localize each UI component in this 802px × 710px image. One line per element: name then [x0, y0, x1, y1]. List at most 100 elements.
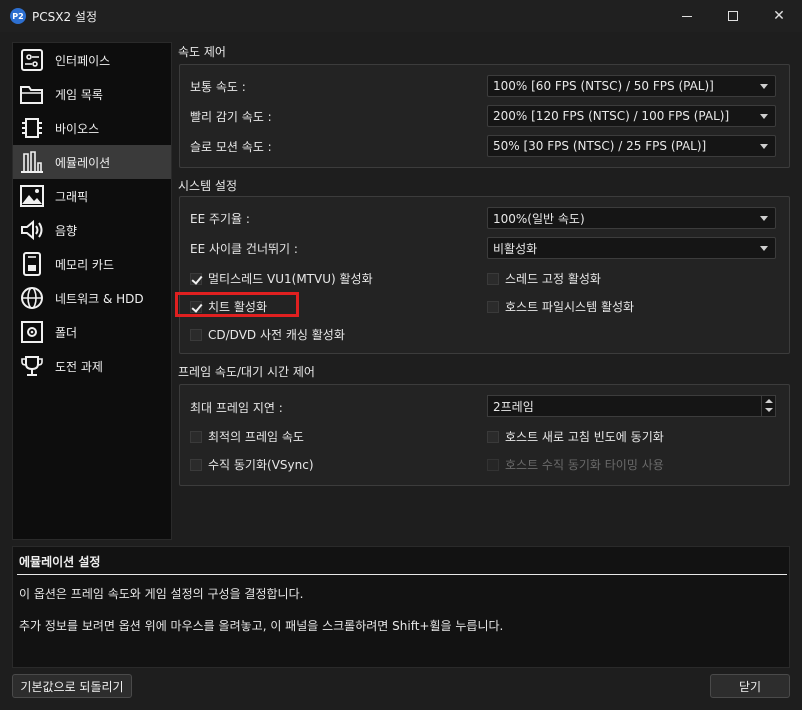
- chevron-down-icon: [760, 246, 768, 251]
- description-panel[interactable]: 에뮬레이션 설정 이 옵션은 프레임 속도와 게임 설정의 구성을 결정합니다.…: [12, 546, 790, 668]
- sidebar-item-graphics[interactable]: 그래픽: [13, 179, 171, 213]
- interface-settings-icon: [18, 46, 46, 74]
- fast-forward-combo[interactable]: 200% [120 FPS (NTSC) / 100 FPS (PAL)]: [487, 105, 776, 127]
- host-fs-label: 호스트 파일시스템 활성화: [505, 300, 635, 314]
- sidebar-item-achievements[interactable]: 도전 과제: [13, 349, 171, 383]
- folder-icon: [18, 80, 46, 108]
- restore-defaults-button[interactable]: 기본값으로 되돌리기: [12, 674, 132, 698]
- chevron-down-icon: [760, 216, 768, 221]
- sidebar-item-network-hdd[interactable]: 네트워크 & HDD: [13, 281, 171, 315]
- emulation-icon: [18, 148, 46, 176]
- sidebar-item-memory-card[interactable]: 메모리 카드: [13, 247, 171, 281]
- spin-up-icon[interactable]: [765, 399, 773, 403]
- slow-motion-label: 슬로 모션 속도 :: [190, 140, 272, 154]
- settings-sidebar: 인터페이스 게임 목록 바이오스 에뮬레이션 그래픽 음향 메모리 카드 네트워…: [12, 42, 172, 540]
- fast-forward-label: 빨리 감기 속도 :: [190, 110, 272, 124]
- checkbox-unchecked: [487, 458, 499, 471]
- sidebar-item-interface[interactable]: 인터페이스: [13, 43, 171, 77]
- window-title: PCSX2 설정: [32, 10, 97, 24]
- frame-group-title: 프레임 속도/대기 시간 제어: [178, 365, 315, 379]
- fast-forward-value: 200% [120 FPS (NTSC) / 100 FPS (PAL)]: [493, 109, 730, 123]
- host-vsync-timing-checkbox: 호스트 수직 동기화 타이밍 사용: [487, 456, 664, 473]
- description-line-1: 이 옵션은 프레임 속도와 게임 설정의 구성을 결정합니다.: [19, 587, 304, 601]
- max-frame-lag-label: 최대 프레임 지연 :: [190, 401, 283, 415]
- ee-skip-label: EE 사이클 건너뛰기 :: [190, 242, 298, 256]
- normal-speed-value: 100% [60 FPS (NTSC) / 50 FPS (PAL)]: [493, 79, 714, 93]
- checkbox-unchecked: [190, 430, 202, 443]
- host-fs-checkbox[interactable]: 호스트 파일시스템 활성화: [487, 298, 634, 315]
- checkbox-checked: [190, 272, 202, 285]
- checkbox-unchecked: [190, 328, 202, 341]
- chevron-down-icon: [760, 144, 768, 149]
- description-title: 에뮬레이션 설정: [19, 555, 101, 569]
- slow-motion-combo[interactable]: 50% [30 FPS (NTSC) / 25 FPS (PAL)]: [487, 135, 776, 157]
- mtvu-checkbox[interactable]: 멀티스레드 VU1(MTVU) 활성화: [190, 270, 373, 287]
- sidebar-item-label: 바이오스: [55, 121, 100, 136]
- checkbox-unchecked: [487, 300, 499, 313]
- spin-down-icon[interactable]: [765, 408, 773, 412]
- ee-cycle-combo[interactable]: 100%(일반 속도): [487, 207, 776, 229]
- slow-motion-value: 50% [30 FPS (NTSC) / 25 FPS (PAL)]: [493, 139, 707, 153]
- sidebar-item-label: 인터페이스: [55, 53, 111, 68]
- sidebar-item-label: 도전 과제: [55, 359, 103, 374]
- max-frame-lag-spinbox[interactable]: 2프레임: [487, 395, 776, 417]
- sidebar-item-game-list[interactable]: 게임 목록: [13, 77, 171, 111]
- maximize-icon: [728, 11, 738, 21]
- chevron-down-icon: [760, 84, 768, 89]
- system-group-title: 시스템 설정: [178, 179, 238, 193]
- normal-speed-combo[interactable]: 100% [60 FPS (NTSC) / 50 FPS (PAL)]: [487, 75, 776, 97]
- checkbox-unchecked: [487, 272, 499, 285]
- description-line-2: 추가 정보를 보려면 옵션 위에 마우스를 올려놓고, 이 패널을 스크롤하려면…: [19, 619, 504, 633]
- trophy-icon: [18, 352, 46, 380]
- minimize-icon: [682, 15, 692, 17]
- thread-pin-checkbox[interactable]: 스레드 고정 활성화: [487, 270, 601, 287]
- vsync-label: 수직 동기화(VSync): [208, 458, 314, 472]
- close-icon: ✕: [773, 8, 785, 24]
- cdvd-precache-checkbox[interactable]: CD/DVD 사전 캐싱 활성화: [190, 326, 345, 343]
- vsync-checkbox[interactable]: 수직 동기화(VSync): [190, 456, 314, 473]
- title-bar: P2 PCSX2 설정 ✕: [0, 0, 802, 32]
- sidebar-item-label: 메모리 카드: [55, 257, 115, 272]
- normal-speed-label: 보통 속도 :: [190, 80, 246, 94]
- chevron-down-icon: [760, 114, 768, 119]
- minimize-button[interactable]: [664, 0, 710, 32]
- close-window-button[interactable]: ✕: [756, 0, 802, 32]
- sync-refresh-checkbox[interactable]: 호스트 새로 고침 빈도에 동기화: [487, 428, 664, 445]
- thread-pin-label: 스레드 고정 활성화: [505, 272, 601, 286]
- sync-refresh-label: 호스트 새로 고침 빈도에 동기화: [505, 430, 664, 444]
- image-icon: [18, 182, 46, 210]
- memory-card-icon: [18, 250, 46, 278]
- checkbox-unchecked: [190, 458, 202, 471]
- sidebar-item-label: 폴더: [55, 325, 78, 340]
- ee-cycle-label: EE 주기율 :: [190, 212, 250, 226]
- sidebar-item-emulation[interactable]: 에뮬레이션: [13, 145, 171, 179]
- sidebar-item-label: 에뮬레이션: [55, 155, 111, 170]
- pcsx2-icon: P2: [10, 8, 26, 24]
- sidebar-item-label: 음향: [55, 223, 78, 238]
- ee-skip-value: 비활성화: [493, 241, 538, 256]
- chip-icon: [18, 114, 46, 142]
- max-frame-lag-value: 2프레임: [493, 399, 534, 414]
- speaker-icon: [18, 216, 46, 244]
- sidebar-item-audio[interactable]: 음향: [13, 213, 171, 247]
- folder-settings-icon: [18, 318, 46, 346]
- mtvu-label: 멀티스레드 VU1(MTVU) 활성화: [208, 272, 373, 286]
- cdvd-label: CD/DVD 사전 캐싱 활성화: [208, 328, 345, 342]
- description-divider: [17, 574, 787, 575]
- sidebar-item-folders[interactable]: 폴더: [13, 315, 171, 349]
- ee-skip-combo[interactable]: 비활성화: [487, 237, 776, 259]
- optimal-frame-pacing-checkbox[interactable]: 최적의 프레임 속도: [190, 428, 304, 445]
- sidebar-item-bios[interactable]: 바이오스: [13, 111, 171, 145]
- sidebar-item-label: 게임 목록: [55, 87, 103, 102]
- cheats-highlight-box: [175, 292, 299, 317]
- speed-group-title: 속도 제어: [178, 45, 226, 59]
- ee-cycle-value: 100%(일반 속도): [493, 211, 585, 226]
- optimal-label: 최적의 프레임 속도: [208, 430, 304, 444]
- globe-icon: [18, 284, 46, 312]
- host-vsync-timing-label: 호스트 수직 동기화 타이밍 사용: [505, 458, 664, 472]
- maximize-button[interactable]: [710, 0, 756, 32]
- sidebar-item-label: 네트워크 & HDD: [55, 291, 144, 306]
- sidebar-item-label: 그래픽: [55, 189, 89, 204]
- close-button[interactable]: 닫기: [710, 674, 790, 698]
- checkbox-unchecked: [487, 430, 499, 443]
